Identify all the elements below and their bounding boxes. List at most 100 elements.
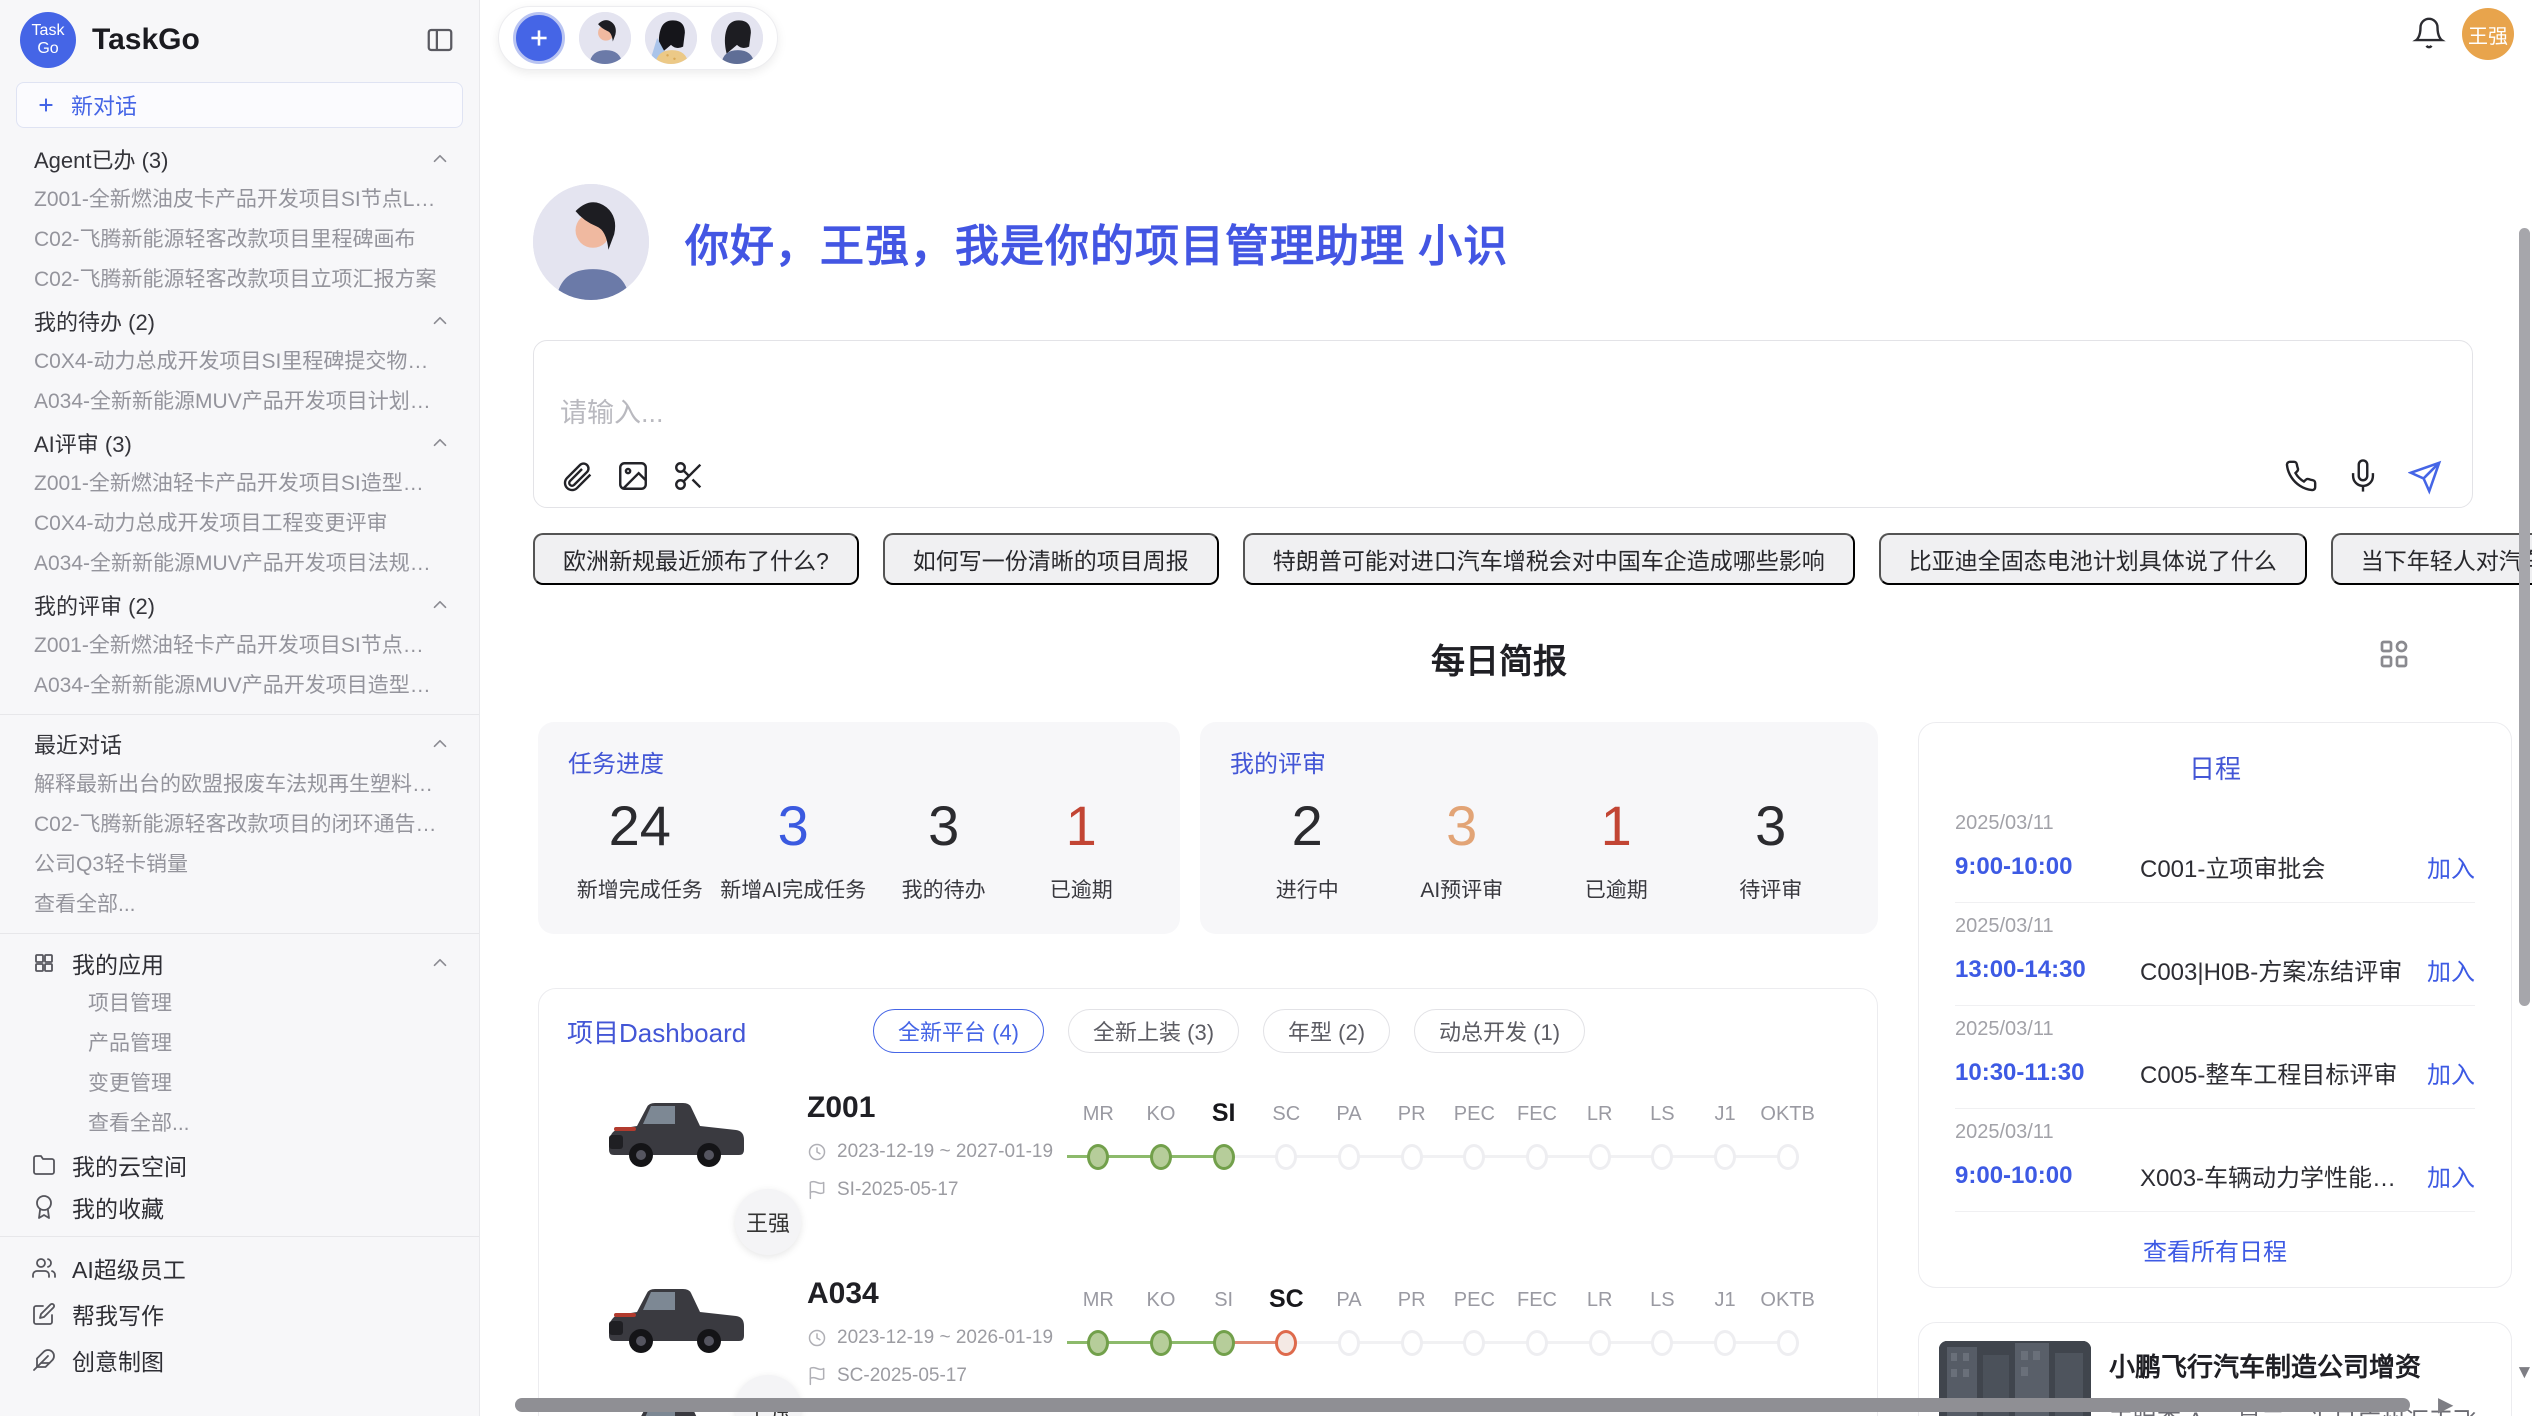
dashboard-tab[interactable]: 全新平台 (4) — [873, 1009, 1044, 1053]
join-link[interactable]: 加入 — [2427, 849, 2475, 884]
edit-icon — [32, 1302, 56, 1326]
join-link[interactable]: 加入 — [2427, 1158, 2475, 1193]
dashboard-tab[interactable]: 年型 (2) — [1263, 1009, 1390, 1053]
image-icon[interactable] — [616, 459, 650, 493]
sidebar-item-creative-drawing[interactable]: 创意制图 — [0, 1337, 479, 1383]
milestone-node[interactable] — [1714, 1144, 1736, 1170]
milestone-node[interactable] — [1714, 1330, 1736, 1356]
suggestion-chip[interactable]: 当下年轻人对汽车外观有怎样的喜好趋势 — [2331, 533, 2532, 585]
milestone-node[interactable] — [1087, 1144, 1109, 1170]
milestone-node[interactable] — [1213, 1144, 1235, 1170]
dashboard-tab[interactable]: 动总开发 (1) — [1414, 1009, 1585, 1053]
milestone-node[interactable] — [1777, 1144, 1799, 1170]
sidebar-item[interactable]: Z001-全新燃油轻卡产品开发项目SI造型提交物评审 — [0, 464, 479, 504]
milestone-node[interactable] — [1150, 1330, 1172, 1356]
sidebar-item-help-me-write[interactable]: 帮我写作 — [0, 1291, 479, 1337]
daily-brief-title: 每日简报 — [1431, 634, 1567, 683]
microphone-icon[interactable] — [2346, 459, 2380, 493]
sidebar-item[interactable]: Z001-全新燃油轻卡产品开发项目SI节点属性5D文件评审 — [0, 626, 479, 666]
sidebar-section-group1[interactable]: 我的待办 (2) — [0, 300, 479, 342]
milestone-node[interactable] — [1463, 1144, 1485, 1170]
stat: 24新增完成任务 — [577, 793, 703, 904]
contact-avatar[interactable] — [645, 12, 697, 64]
sidebar-item-favorites[interactable]: 我的收藏 — [0, 1186, 479, 1228]
project-code[interactable]: A034 — [807, 1277, 1057, 1311]
app-item[interactable]: 变更管理 — [0, 1064, 479, 1104]
view-all-schedule-link[interactable]: 查看所有日程 — [1955, 1212, 2475, 1287]
milestone-label: PR — [1398, 1289, 1426, 1312]
join-link[interactable]: 加入 — [2427, 1055, 2475, 1090]
milestone-node[interactable] — [1463, 1330, 1485, 1356]
sidebar-section-group2[interactable]: AI评审 (3) — [0, 422, 479, 464]
milestone-node[interactable] — [1213, 1330, 1235, 1356]
milestone-node[interactable] — [1275, 1144, 1297, 1170]
contact-avatar[interactable] — [579, 12, 631, 64]
sidebar-item-my-apps[interactable]: 我的应用 — [0, 942, 479, 984]
milestone-node[interactable] — [1589, 1144, 1611, 1170]
app-item[interactable]: 项目管理 — [0, 984, 479, 1024]
vertical-scrollbar[interactable] — [2519, 228, 2530, 1006]
notification-bell-icon[interactable] — [2412, 16, 2448, 52]
schedule-date: 2025/03/11 — [1955, 812, 2475, 835]
milestone-node[interactable] — [1651, 1144, 1673, 1170]
milestone-node[interactable] — [1526, 1330, 1548, 1356]
milestone-node[interactable] — [1338, 1330, 1360, 1356]
layout-grid-icon[interactable] — [2376, 636, 2412, 672]
sidebar-item[interactable]: C02-飞腾新能源轻客改款项目立项汇报方案 — [0, 260, 479, 300]
schedule-name: X003-车辆动力学性能验... — [2140, 1158, 2413, 1193]
suggestion-chip[interactable]: 欧洲新规最近颁布了什么? — [533, 533, 859, 585]
milestone-node[interactable] — [1777, 1330, 1799, 1356]
recent-chat-item[interactable]: C02-飞腾新能源轻客改款项目的闭环通告反馈情况 — [0, 805, 479, 845]
recent-chat-item[interactable]: 解释最新出台的欧盟报废车法规再生塑料比例被调至15%... — [0, 765, 479, 805]
chevron-up-icon — [429, 733, 451, 755]
attachment-icon[interactable] — [560, 459, 594, 493]
contact-avatar[interactable] — [711, 12, 763, 64]
milestone-label: PA — [1336, 1103, 1361, 1126]
scroll-down-icon[interactable]: ▼ — [2515, 1362, 2532, 1384]
milestone-node[interactable] — [1589, 1330, 1611, 1356]
sidebar-item-ai-super-staff[interactable]: AI超级员工 — [0, 1245, 479, 1291]
sidebar-item[interactable]: A034-全新新能源MUV产品开发项目法规符合性评审 — [0, 544, 479, 584]
sidebar-item[interactable]: A034-全新新能源MUV产品开发项目计划变更表编写 — [0, 382, 479, 422]
sidebar-item-cloud-space[interactable]: 我的云空间 — [0, 1144, 479, 1186]
sidebar-item[interactable]: Z001-全新燃油皮卡产品开发项目SI节点Lesson Learn报告 — [0, 180, 479, 220]
horizontal-scrollbar[interactable] — [515, 1398, 2410, 1412]
view-all-chats-link[interactable]: 查看全部... — [0, 885, 479, 925]
milestone-node[interactable] — [1338, 1144, 1360, 1170]
scroll-right-icon[interactable]: ▶ — [2438, 1392, 2453, 1416]
milestone-node[interactable] — [1150, 1144, 1172, 1170]
suggestion-chip[interactable]: 如何写一份清晰的项目周报 — [883, 533, 1219, 585]
app-item[interactable]: 产品管理 — [0, 1024, 479, 1064]
phone-icon[interactable] — [2284, 459, 2318, 493]
sidebar-section-group3[interactable]: 我的评审 (2) — [0, 584, 479, 626]
join-link[interactable]: 加入 — [2427, 952, 2475, 987]
sidebar-section-recent[interactable]: 最近对话 — [0, 723, 479, 765]
sidebar-item[interactable]: C0X4-动力总成开发项目工程变更评审 — [0, 504, 479, 544]
dashboard-tab[interactable]: 全新上装 (3) — [1068, 1009, 1239, 1053]
sidebar-section-group0[interactable]: Agent已办 (3) — [0, 138, 479, 180]
suggestion-chip[interactable]: 比亚迪全固态电池计划具体说了什么 — [1879, 533, 2307, 585]
suggestion-chip[interactable]: 特朗普可能对进口汽车增税会对中国车企造成哪些影响 — [1243, 533, 1855, 585]
user-avatar[interactable]: 王强 — [2462, 8, 2514, 60]
milestone-node[interactable] — [1087, 1330, 1109, 1356]
sidebar-item[interactable]: C0X4-动力总成开发项目SI里程碑提交物检查 — [0, 342, 479, 382]
recent-chat-item[interactable]: 公司Q3轻卡销量 — [0, 845, 479, 885]
add-contact-button[interactable] — [513, 12, 565, 64]
view-all-apps-link[interactable]: 查看全部... — [0, 1104, 479, 1144]
milestone-node[interactable] — [1401, 1330, 1423, 1356]
milestone-node[interactable] — [1526, 1144, 1548, 1170]
new-chat-button[interactable]: 新对话 — [16, 82, 463, 128]
sidebar-collapse-icon[interactable] — [423, 23, 457, 57]
project-code[interactable]: Z001 — [807, 1091, 1057, 1125]
send-icon[interactable] — [2408, 459, 2442, 493]
milestone-label: LS — [1650, 1289, 1674, 1312]
sidebar-item[interactable]: C02-飞腾新能源轻客改款项目里程碑画布 — [0, 220, 479, 260]
milestone-node[interactable] — [1401, 1144, 1423, 1170]
stat-label: 新增完成任务 — [577, 874, 703, 904]
scissors-icon[interactable] — [672, 459, 706, 493]
sidebar-item[interactable]: A034-全新新能源MUV产品开发项目造型可行性评审 — [0, 666, 479, 706]
chat-input[interactable] — [560, 391, 2060, 435]
card-title: 任务进度 — [568, 744, 1150, 779]
milestone-node[interactable] — [1275, 1330, 1297, 1356]
milestone-node[interactable] — [1651, 1330, 1673, 1356]
